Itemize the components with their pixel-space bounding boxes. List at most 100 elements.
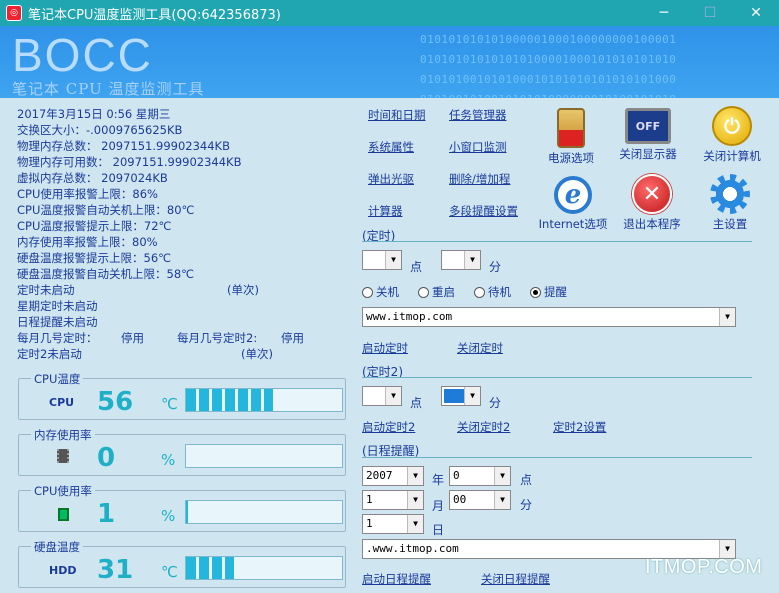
info-cpu-alarm: CPU使用率报警上限：86% (17, 187, 158, 201)
radio-shutdown[interactable]: 关机 (362, 284, 399, 300)
chevron-down-icon: ▼ (407, 491, 423, 509)
info-schedule: 日程提醒未启动 (17, 315, 98, 329)
minimize-button[interactable]: ─ (641, 0, 687, 26)
exit-icon: ✕ (632, 174, 672, 214)
hdd-label: HDD (49, 564, 77, 577)
close-button[interactable]: ✕ (733, 0, 779, 26)
chevron-down-icon: ▼ (464, 387, 480, 405)
banner-subtitle: 笔记本 CPU 温度监测工具 (12, 80, 205, 98)
chevron-down-icon: ▼ (385, 251, 401, 269)
link-sysprops[interactable]: 系统属性 (368, 139, 414, 155)
timer1-divider (362, 241, 752, 242)
memory-chip-icon (57, 449, 69, 463)
radio-remind[interactable]: 提醒 (530, 284, 567, 300)
window-title: 笔记本CPU温度监测工具(QQ:642356873) (28, 7, 281, 23)
radio-restart[interactable]: 重启 (418, 284, 455, 300)
banner-binary-decoration: 010101010101000001000100000000100001 010… (420, 33, 677, 98)
gauge-cpu-temp: CPU温度 CPU 56 ℃ (18, 371, 346, 420)
radio-standby[interactable]: 待机 (474, 284, 511, 300)
settings-tool[interactable]: 主设置 (694, 174, 766, 232)
exit-tool[interactable]: ✕ 退出本程序 (616, 174, 688, 232)
ie-icon: e (554, 176, 592, 214)
gauge-memory: 内存使用率 0 % (18, 427, 346, 476)
chevron-down-icon: ▼ (494, 467, 510, 485)
banner-logo: BOCC (12, 29, 153, 81)
timer2-setup-link[interactable]: 定时2设置 (553, 419, 606, 435)
gauge-cpu-usage: CPU使用率 1 % (18, 483, 346, 532)
maximize-button[interactable]: ☐ (687, 0, 733, 26)
timer2-divider (362, 377, 752, 378)
info-disk-temp-shutdown: 硬盘温度报警自动关机上限：58℃ (17, 267, 195, 281)
timer-status: 定时未启动 (17, 283, 75, 297)
timer2-minute-select[interactable]: ▼ (441, 386, 481, 406)
schedule-start-link[interactable]: 启动日程提醒 (362, 571, 431, 587)
memory-bar (185, 444, 343, 468)
link-eject[interactable]: 弹出光驱 (368, 171, 414, 187)
banner: 010101010101000001000100000000100001 010… (0, 26, 779, 98)
cpu-temp-bar (185, 388, 343, 412)
info-cpu-temp-shutdown: CPU温度报警自动关机上限：80℃ (17, 203, 195, 217)
chevron-down-icon: ▼ (464, 251, 480, 269)
watermark: ITMOP.COM (645, 556, 763, 578)
gauge-disk-temp: 硬盘温度 HDD 31 ℃ (18, 539, 346, 588)
timer1-minute-select[interactable]: ▼ (441, 250, 481, 270)
schedule-divider (362, 457, 752, 458)
chevron-down-icon: ▼ (494, 491, 510, 509)
schedule-day-select[interactable]: 1 ▼ (362, 514, 424, 534)
info-timer: 定时未启动 (单次) (17, 282, 357, 298)
info-virt-total: 虚拟内存总数： 2097024KB (17, 171, 168, 185)
schedule-stop-link[interactable]: 关闭日程提醒 (481, 571, 550, 587)
timer1-stop-link[interactable]: 关闭定时 (457, 340, 503, 356)
power-options-tool[interactable]: 电源选项 (535, 108, 607, 166)
cpu-usage-value: 1 (97, 499, 116, 529)
cpu-temp-value: 56 (97, 387, 134, 417)
chevron-down-icon: ▼ (719, 308, 735, 326)
chevron-down-icon: ▼ (407, 467, 423, 485)
monitor-off-tool[interactable]: OFF 关闭显示器 (612, 108, 684, 162)
power-icon: ⏻ (712, 106, 752, 146)
shutdown-tool[interactable]: ⏻ 关闭计算机 (692, 106, 772, 164)
info-swap: 交换区大小：-.0009765625KB (17, 123, 183, 137)
link-calc[interactable]: 计算器 (368, 203, 403, 219)
timer1-start-link[interactable]: 启动定时 (362, 340, 408, 356)
schedule-minute-select[interactable]: 00 ▼ (449, 490, 511, 510)
info-cpu-temp-warn: CPU温度报警提示上限：72℃ (17, 219, 172, 233)
gear-icon (710, 174, 750, 214)
schedule-year-select[interactable]: 2007 ▼ (362, 466, 424, 486)
link-multi-alarm[interactable]: 多段提醒设置 (449, 203, 518, 219)
battery-icon (557, 108, 585, 148)
info-monthly: 每月几号定时： 停用 每月几号定时2: 停用 (17, 331, 304, 345)
info-timer2: 定时2未启动 (单次) (17, 347, 273, 361)
cpu-usage-icon (58, 508, 69, 521)
timer-mode: (单次) (227, 283, 259, 297)
link-addremove[interactable]: 删除/增加程 (449, 171, 510, 187)
internet-options-tool[interactable]: e Internet选项 (533, 176, 613, 232)
chevron-down-icon: ▼ (385, 387, 401, 405)
disk-temp-bar (185, 556, 343, 580)
memory-value: 0 (97, 443, 116, 473)
app-icon: ◎ (6, 5, 22, 21)
info-disk-temp-warn: 硬盘温度报警提示上限：56℃ (17, 251, 172, 265)
link-miniwin[interactable]: 小窗口监测 (449, 139, 507, 155)
link-datetime[interactable]: 时间和日期 (368, 107, 426, 123)
info-week-timer: 星期定时未启动 (17, 299, 98, 313)
timer1-hour-select[interactable]: ▼ (362, 250, 402, 270)
cpu-label: CPU (49, 396, 75, 409)
title-bar: ◎ 笔记本CPU温度监测工具(QQ:642356873) ─ ☐ ✕ (0, 0, 779, 26)
schedule-month-select[interactable]: 1 ▼ (362, 490, 424, 510)
timer2-start-link[interactable]: 启动定时2 (362, 419, 415, 435)
monitor-icon: OFF (625, 108, 671, 144)
info-mem-alarm: 内存使用率报警上限：80% (17, 235, 158, 249)
disk-temp-value: 31 (97, 555, 134, 585)
timer2-hour-select[interactable]: ▼ (362, 386, 402, 406)
info-phys-total: 物理内存总数： 2097151.99902344KB (17, 139, 230, 153)
timer2-stop-link[interactable]: 关闭定时2 (457, 419, 510, 435)
chevron-down-icon: ▼ (407, 515, 423, 533)
info-phys-avail: 物理内存可用数： 2097151.99902344KB (17, 155, 242, 169)
schedule-hour-select[interactable]: 0 ▼ (449, 466, 511, 486)
info-datetime: 2017年3月15日 0:56 星期三 (17, 107, 171, 121)
system-info-panel: 2017年3月15日 0:56 星期三 交换区大小：-.0009765625KB… (17, 106, 357, 362)
cpu-usage-bar (185, 500, 343, 524)
link-taskmgr[interactable]: 任务管理器 (449, 107, 507, 123)
timer1-url-select[interactable]: www.itmop.com ▼ (362, 307, 736, 327)
